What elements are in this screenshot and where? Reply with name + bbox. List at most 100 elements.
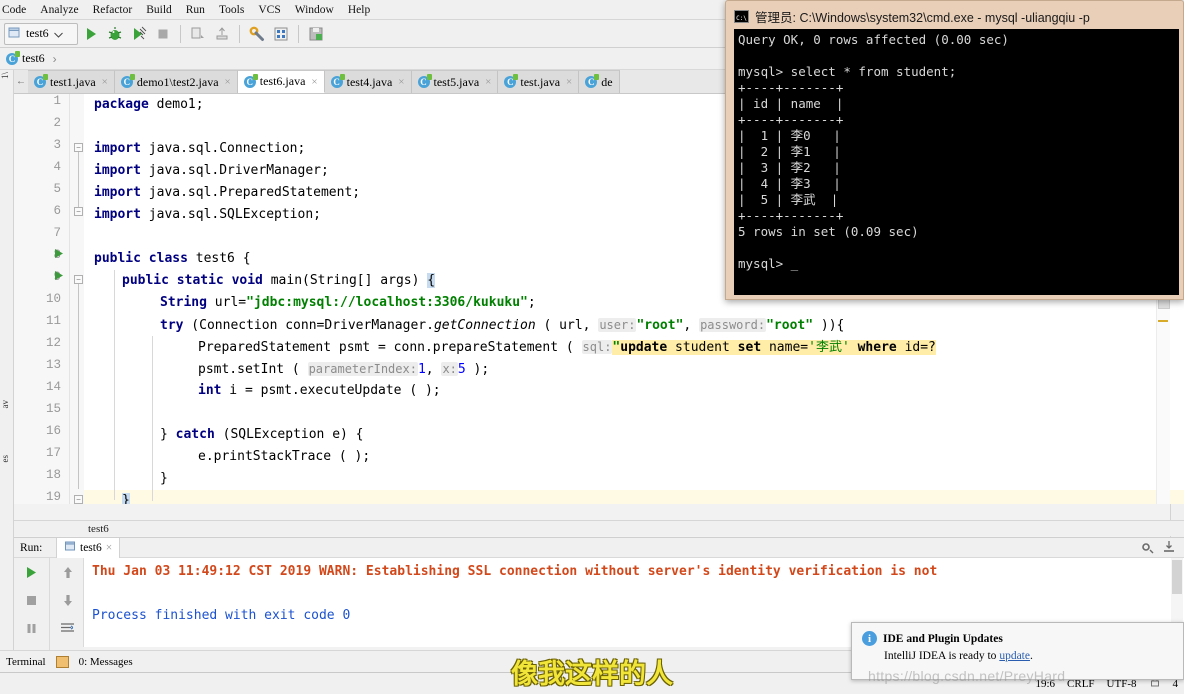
run-configuration-selector[interactable]: test6: [4, 22, 78, 45]
code-line-8: public class test6 {: [94, 248, 251, 270]
menu-item-run[interactable]: Run: [179, 2, 212, 18]
stop-icon[interactable]: [14, 586, 49, 614]
project-structure-icon[interactable]: [270, 23, 292, 45]
run-configuration-label: test6: [26, 26, 49, 40]
editor-tab-test5[interactable]: C test5.java ×: [411, 70, 499, 93]
menu-item-refactor[interactable]: Refactor: [86, 2, 140, 18]
fold-guide: [78, 152, 79, 207]
menu-item-window[interactable]: Window: [288, 2, 341, 18]
gutter-run-icon[interactable]: [54, 270, 66, 284]
code-line-12: PreparedStatement psmt = conn.prepareSta…: [198, 336, 936, 358]
update-link[interactable]: update: [999, 650, 1030, 662]
cmd-line: | 4 | 李3 |: [738, 176, 841, 191]
sql-keyword-where: where: [849, 340, 897, 355]
keyword-package: package: [94, 97, 149, 112]
tool-button-terminal[interactable]: Terminal: [6, 656, 46, 668]
run-actions-column-1: [14, 558, 49, 647]
breadcrumb-test6[interactable]: test6: [22, 51, 45, 66]
menu-item-vcs[interactable]: VCS: [251, 2, 287, 18]
close-icon[interactable]: ×: [106, 542, 113, 554]
cmd-console-output[interactable]: Query OK, 0 rows affected (0.00 sec) mys…: [734, 29, 1179, 295]
editor-warning-marker[interactable]: [1158, 320, 1168, 322]
editor-tab-test1[interactable]: C test1.java ×: [28, 70, 115, 93]
menu-item-build[interactable]: Build: [139, 2, 179, 18]
scroll-up-icon[interactable]: [50, 558, 85, 586]
fold-icon-method[interactable]: −: [74, 275, 83, 284]
scroll-down-icon[interactable]: [50, 586, 85, 614]
sql-keyword-set: set: [737, 340, 762, 355]
messages-icon: [55, 655, 69, 668]
left-tab-structure[interactable]: es: [0, 455, 14, 463]
editor-tab-de[interactable]: C de: [579, 70, 620, 93]
settings-icon[interactable]: [1140, 540, 1154, 557]
cmd-line: | 2 | 李1 |: [738, 144, 841, 159]
code-text: java.sql.DriverManager;: [140, 163, 329, 178]
code-line-1: package demo1;: [94, 94, 204, 116]
notification-balloon[interactable]: i IDE and Plugin Updates IntelliJ IDEA i…: [851, 622, 1184, 680]
menu-item-code[interactable]: Code: [2, 2, 33, 18]
menu-item-analyze[interactable]: Analyze: [33, 2, 85, 18]
chevron-down-icon[interactable]: [53, 27, 63, 41]
java-file-icon: C: [585, 74, 600, 88]
editor-tab-demo1-test2[interactable]: C demo1\test2.java ×: [114, 70, 238, 93]
balloon-body: IntelliJ IDEA is ready to update.: [884, 650, 1173, 662]
editor-tab-test4[interactable]: C test4.java ×: [324, 70, 412, 93]
scrollbar-thumb[interactable]: [1172, 560, 1182, 594]
close-icon[interactable]: ×: [485, 76, 491, 88]
line-number: 4: [53, 160, 61, 174]
editor-breadcrumb-label[interactable]: test6: [88, 523, 109, 535]
keyword-import: import: [94, 141, 141, 156]
cmd-line: | 1 | 李0 |: [738, 128, 841, 143]
editor-tab-test6[interactable]: C test6.java ×: [237, 70, 325, 93]
menu-item-help[interactable]: Help: [341, 2, 377, 18]
close-icon[interactable]: ×: [102, 76, 108, 88]
run-with-coverage-icon[interactable]: [128, 23, 150, 45]
java-file-icon: C: [504, 74, 519, 88]
close-icon[interactable]: ×: [311, 76, 317, 88]
left-tab-project[interactable]: 1\: [0, 72, 14, 79]
keyword-try: try: [160, 318, 184, 333]
run-window-label: Run:: [20, 541, 43, 554]
menu-item-tools[interactable]: Tools: [212, 2, 251, 18]
fold-icon-method-end[interactable]: −: [74, 495, 83, 504]
cmd-console-window[interactable]: C:\ 管理员: C:\Windows\system32\cmd.exe - m…: [725, 0, 1184, 300]
cmd-line: 5 rows in set (0.09 sec): [738, 224, 919, 239]
save-all-icon[interactable]: [305, 23, 327, 45]
close-icon[interactable]: ×: [398, 76, 404, 88]
code-text: i = psmt.executeUpdate ( );: [221, 383, 441, 398]
run-icon[interactable]: [80, 23, 102, 45]
editor-tab-label: de: [601, 74, 613, 89]
gutter-run-icon[interactable]: [54, 248, 66, 262]
pause-icon[interactable]: [14, 614, 49, 642]
code-line-11: try (Connection conn=DriverManager.getCo…: [160, 314, 844, 336]
code-text: }: [160, 471, 168, 486]
ide-window: Code Analyze Refactor Build Run Tools VC…: [0, 0, 1184, 694]
fold-icon-imports-end[interactable]: −: [74, 207, 83, 216]
tab-scroll-left-icon[interactable]: ←: [14, 70, 28, 93]
code-line-10: String url="jdbc:mysql://localhost:3306/…: [160, 292, 536, 314]
editor-tab-test[interactable]: C test.java ×: [498, 70, 580, 93]
editor-tab-label: test5.java: [433, 74, 480, 89]
soft-wrap-icon[interactable]: [50, 614, 85, 642]
tool-button-messages[interactable]: 0: Messages: [79, 656, 133, 668]
keyword-import: import: [94, 185, 141, 200]
code-text: demo1;: [148, 97, 204, 112]
settings-icon[interactable]: [246, 23, 268, 45]
build-project-icon: [187, 23, 209, 45]
run-window-side-toolbar: [14, 558, 84, 647]
close-icon[interactable]: ×: [566, 76, 572, 88]
run-tab-test6[interactable]: test6 ×: [56, 537, 121, 558]
balloon-title: IDE and Plugin Updates: [883, 632, 1003, 645]
run-window-header-actions: [1140, 540, 1176, 557]
code-folding-column[interactable]: − − − −: [70, 94, 84, 504]
cmd-line: +----+-------+: [738, 80, 844, 95]
close-icon[interactable]: ×: [225, 76, 231, 88]
rerun-icon[interactable]: [14, 558, 49, 586]
code-text: java.sql.SQLException;: [140, 207, 321, 222]
left-tab-favorites[interactable]: av: [0, 400, 14, 409]
code-line-17: e.printStackTrace ( );: [198, 446, 370, 468]
fold-icon-imports[interactable]: −: [74, 143, 83, 152]
export-icon[interactable]: [1162, 540, 1176, 557]
code-line-9: public static void main(String[] args) {: [122, 270, 436, 292]
debug-icon[interactable]: [104, 23, 126, 45]
